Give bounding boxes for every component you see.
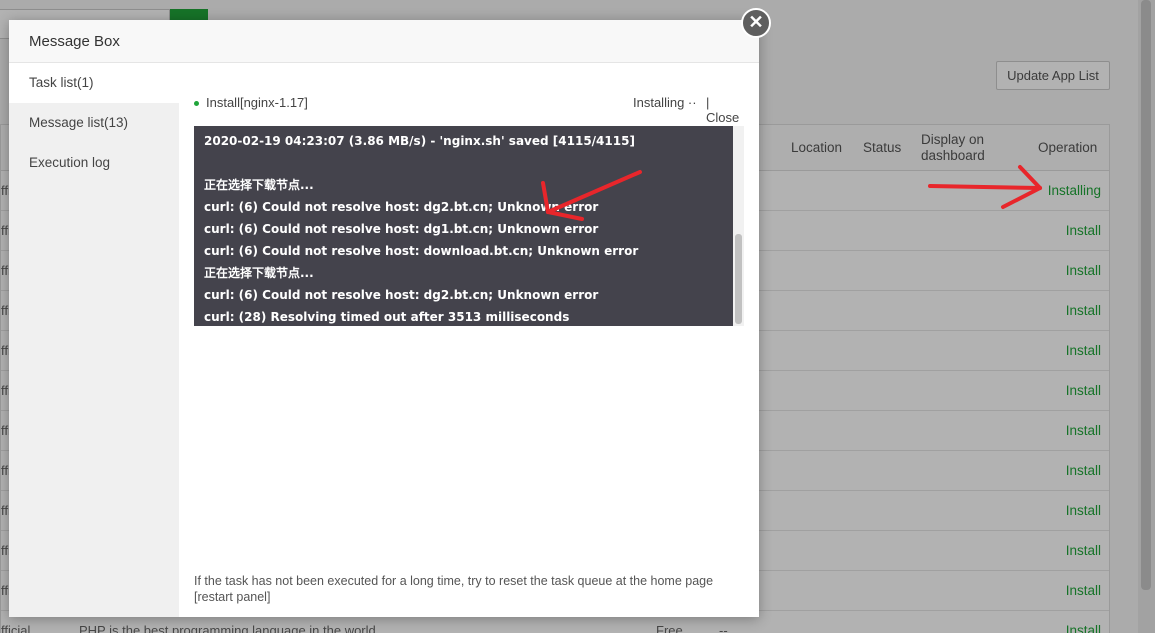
task-item: Install[nginx-1.17] Installing ·· | Clos… [194, 95, 744, 125]
message-sidebar: Task list(1) Message list(13) Execution … [9, 63, 179, 617]
message-box-dialog: Message Box Task list(1) Message list(13… [9, 20, 759, 617]
reset-hint-text: If the task has not been executed for a … [194, 574, 714, 588]
log-line: 2020-02-19 04:23:07 (3.86 MB/s) - 'nginx… [204, 134, 635, 148]
task-status: Installing ·· [633, 95, 697, 110]
restart-panel-link[interactable]: [restart panel] [194, 590, 270, 604]
close-icon[interactable]: ✕ [741, 8, 771, 38]
reset-hint: If the task has not been executed for a … [194, 573, 749, 605]
status-dot-icon [194, 101, 199, 106]
log-line: curl: (28) Resolving timed out after 351… [204, 310, 570, 324]
log-line: 正在选择下载节点... [204, 266, 314, 280]
log-scrollbar[interactable] [733, 126, 744, 326]
log-line: curl: (6) Could not resolve host: downlo… [204, 244, 639, 258]
log-lines: 2020-02-19 04:23:07 (3.86 MB/s) - 'nginx… [204, 130, 724, 326]
task-close-link[interactable]: | Close [706, 95, 744, 125]
log-line: curl: (6) Could not resolve host: dg2.bt… [204, 200, 599, 214]
log-scrollbar-thumb[interactable] [735, 234, 742, 324]
task-content: Install[nginx-1.17] Installing ·· | Clos… [179, 63, 759, 617]
log-line: curl: (6) Could not resolve host: dg2.bt… [204, 288, 599, 302]
install-log[interactable]: 2020-02-19 04:23:07 (3.86 MB/s) - 'nginx… [194, 126, 744, 326]
sidebar-item-task-list[interactable]: Task list(1) [9, 63, 179, 103]
sidebar-item-execution-log[interactable]: Execution log [9, 143, 179, 183]
sidebar-item-message-list[interactable]: Message list(13) [9, 103, 179, 143]
log-line: curl: (6) Could not resolve host: dg1.bt… [204, 222, 599, 236]
log-line: 正在选择下载节点... [204, 178, 314, 192]
modal-header: Message Box [9, 20, 759, 63]
task-name: Install[nginx-1.17] [206, 95, 308, 110]
modal-title: Message Box [29, 33, 120, 50]
